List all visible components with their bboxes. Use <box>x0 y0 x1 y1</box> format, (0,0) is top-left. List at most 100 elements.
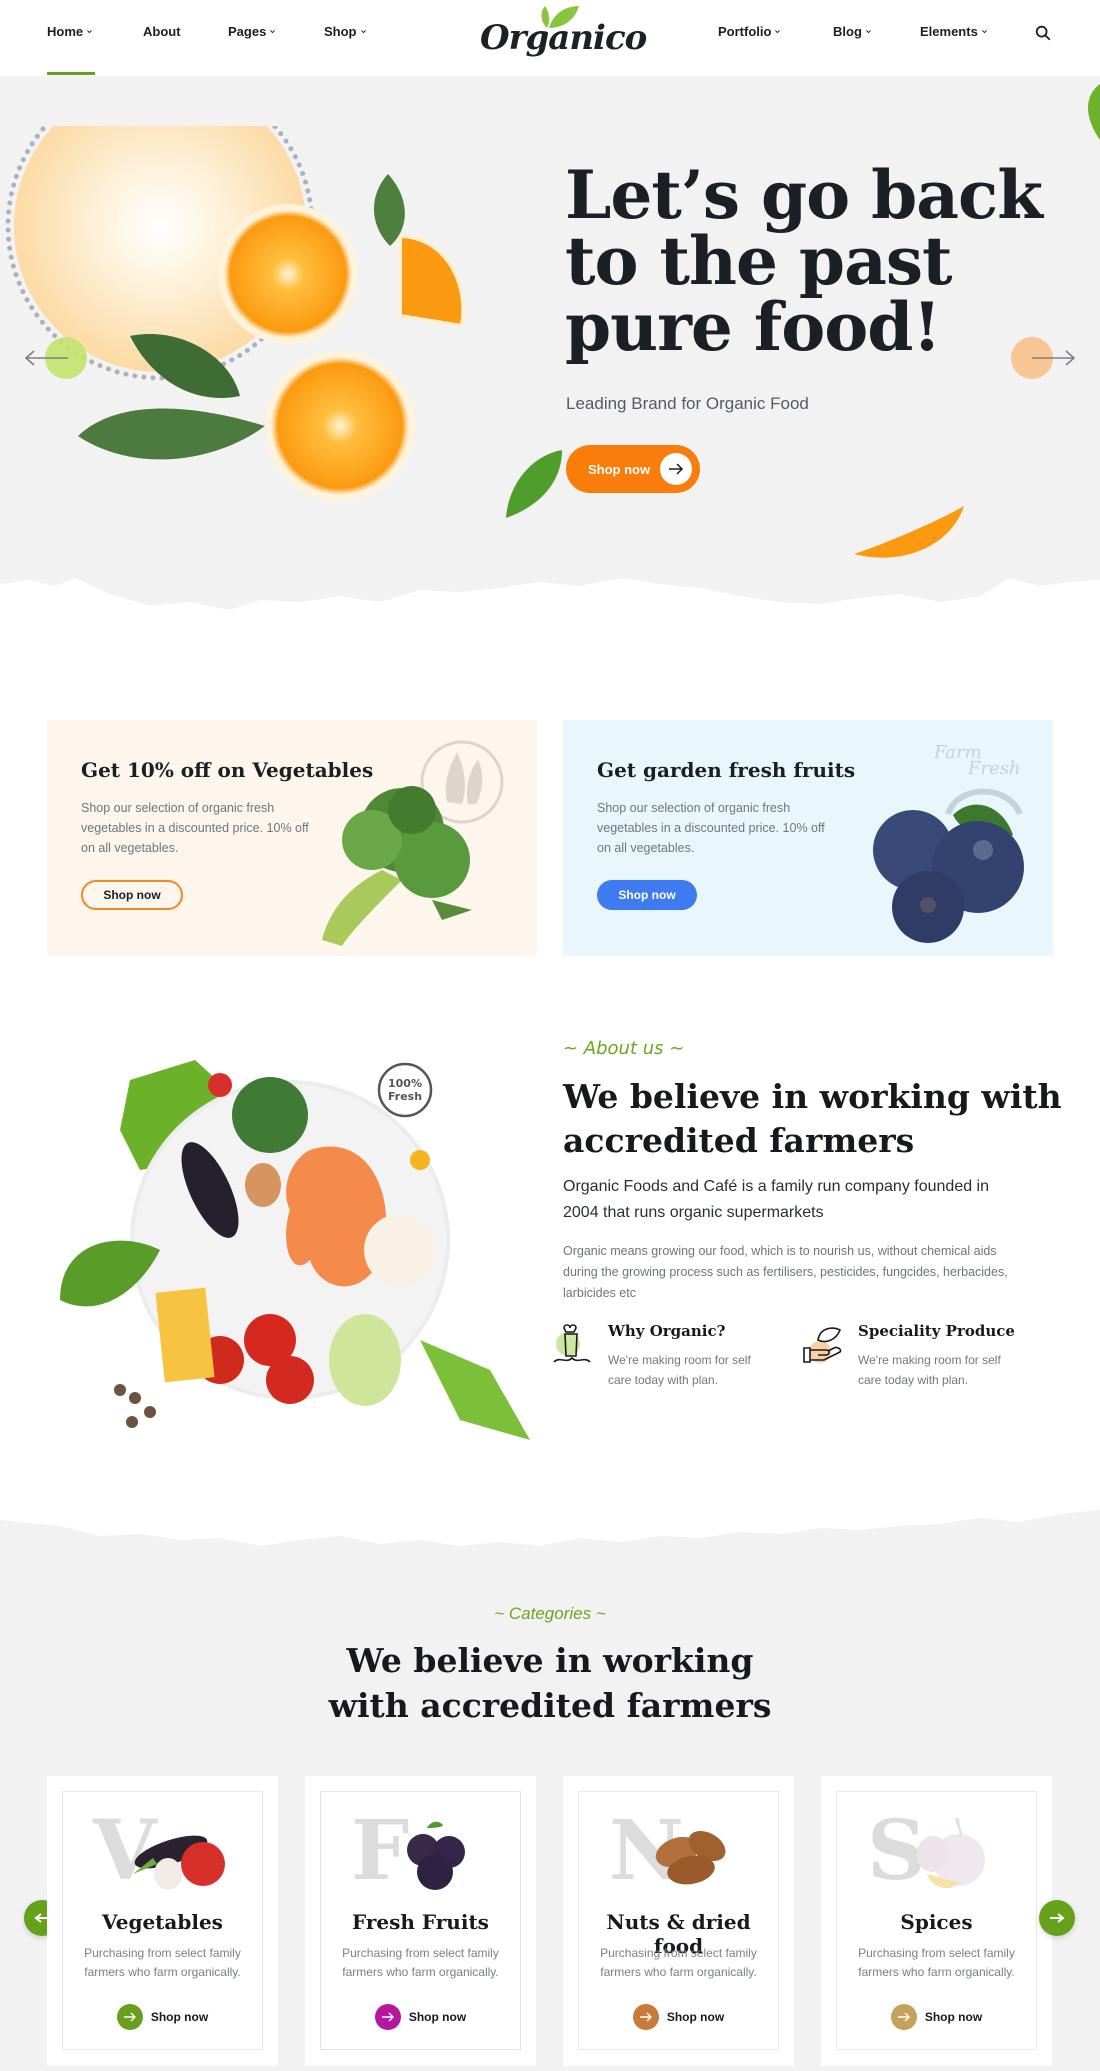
chevron-down-icon <box>981 30 987 34</box>
about-lead-text: Organic Foods and Café is a family run c… <box>563 1178 990 1221</box>
category-card-vegetables[interactable]: V Vegetables Purchasing from select fami… <box>47 1776 278 2066</box>
categories-title: We believe in working with accredited fa… <box>0 1638 1100 1728</box>
almonds-image <box>655 1830 726 1885</box>
about-body-text: Organic means growing our food, which is… <box>563 1244 1008 1300</box>
leaf-edge-decoration <box>1087 84 1100 140</box>
card-shop-now-button[interactable]: Shop now <box>579 2004 778 2030</box>
card-text: Purchasing from select family farmers wh… <box>342 1946 499 1979</box>
site-header: Home About Pages Shop Organico Portfolio… <box>0 0 1100 76</box>
promo-title: Get garden fresh fruits <box>597 758 856 782</box>
nav-item-elements[interactable]: Elements <box>920 24 988 39</box>
card-frame: N Nuts & dried food Purchasing from sele… <box>578 1791 779 2050</box>
about-food-illustration: 100% Fresh <box>60 1060 530 1440</box>
svg-text:Fresh: Fresh <box>388 1090 422 1103</box>
hero-slider: Let’s go back to the past pure food! Lea… <box>0 76 1100 636</box>
nav-item-home[interactable]: Home <box>47 24 93 39</box>
hero-shop-now-button[interactable]: Shop now <box>566 445 700 493</box>
arrow-right-icon <box>632 2004 659 2030</box>
categories-section-tag: ~ Categories ~ <box>494 1604 606 1623</box>
category-card-nuts[interactable]: N Nuts & dried food Purchasing from sele… <box>563 1776 794 2066</box>
categories-next-button[interactable] <box>1039 1900 1075 1936</box>
arrow-right-icon <box>116 2004 143 2030</box>
slider-prev-button[interactable] <box>22 336 92 380</box>
card-text: Purchasing from select family farmers wh… <box>858 1946 1015 1979</box>
card-shop-now-button[interactable]: Shop now <box>321 2004 520 2030</box>
nav-item-shop[interactable]: Shop <box>324 24 367 39</box>
hand-leaf-icon <box>803 1327 842 1363</box>
nav-label: Portfolio <box>718 24 772 39</box>
site-logo[interactable]: Organico <box>478 4 647 68</box>
nav-item-pages[interactable]: Pages <box>228 24 276 39</box>
card-text: Purchasing from select family farmers wh… <box>600 1946 757 1979</box>
feature-why-organic: Why Organic? We're making room for self … <box>550 1318 790 1398</box>
button-label: Shop now <box>588 461 651 477</box>
nav-label: Shop <box>324 24 357 39</box>
card-title: Spices <box>900 1910 973 1934</box>
broccoli-image <box>322 786 472 946</box>
fresh-badge: 100% Fresh <box>377 1062 433 1118</box>
promo-card-fruits: Get garden fresh fruits Shop our selecti… <box>563 720 1053 956</box>
chevron-down-icon <box>270 30 276 34</box>
button-label: Shop now <box>666 2010 725 2024</box>
nav-item-about[interactable]: About <box>143 24 181 39</box>
card-title: Vegetables <box>102 1910 223 1934</box>
promo-shop-now-button[interactable]: Shop now <box>597 880 697 910</box>
plums-image <box>407 1821 465 1890</box>
nav-label: About <box>143 24 181 39</box>
arrow-right-icon <box>890 2004 917 2030</box>
promo-text: Shop our selection of organic fresh vege… <box>597 801 825 855</box>
category-card-fresh-fruits[interactable]: F Fresh Fruits Purchasing from select fa… <box>305 1776 536 2066</box>
search-icon[interactable] <box>1034 24 1052 42</box>
categories-title-text: We believe in working with accredited fa… <box>328 1641 772 1725</box>
card-shop-now-button[interactable]: Shop now <box>837 2004 1036 2030</box>
arrow-right-icon <box>1011 337 1076 379</box>
about-title: We believe in working with accredited fa… <box>563 1077 1062 1160</box>
nav-label: Home <box>47 24 84 39</box>
button-label: Shop now <box>150 2010 209 2024</box>
basil-leaf-decoration <box>506 450 562 518</box>
nav-label: Elements <box>920 24 978 39</box>
promo-card-vegetables: Get 10% off on Vegetables Shop our selec… <box>47 720 537 956</box>
card-text: Purchasing from select family farmers wh… <box>84 1946 241 1979</box>
logo-text: Organico <box>480 18 647 58</box>
arrow-right-icon <box>660 453 692 485</box>
card-title: Fresh Fruits <box>352 1910 489 1934</box>
card-frame: V Vegetables Purchasing from select fami… <box>62 1791 263 2050</box>
blueberries-image <box>873 804 1024 943</box>
svg-text:100%: 100% <box>388 1077 422 1090</box>
slider-next-button[interactable] <box>1008 336 1078 380</box>
feature-speciality-produce: Speciality Produce We're making room for… <box>800 1318 1040 1398</box>
arrow-right-icon <box>1050 1913 1065 1923</box>
hero-subtitle: Leading Brand for Organic Food <box>566 394 809 413</box>
card-frame: F Fresh Fruits Purchasing from select fa… <box>320 1791 521 2050</box>
chevron-down-icon <box>87 30 93 34</box>
promo-shop-now-button[interactable]: Shop now <box>81 880 183 910</box>
promo-text: Shop our selection of organic fresh vege… <box>81 801 309 855</box>
feature-text: We're making room for self care today wi… <box>608 1353 751 1387</box>
chevron-down-icon <box>865 30 871 34</box>
torn-paper-divider <box>0 1480 1100 1546</box>
active-nav-indicator <box>47 72 95 75</box>
chevron-down-icon <box>775 30 781 34</box>
arrow-right-icon <box>374 2004 401 2030</box>
nav-label: Pages <box>228 24 267 39</box>
garlic-image <box>917 1818 985 1889</box>
about-section-tag: ~ About us ~ <box>563 1038 685 1059</box>
hero-title: Let’s go back to the past pure food! <box>565 156 1043 366</box>
button-label: Shop now <box>408 2010 467 2024</box>
button-label: Shop now <box>924 2010 983 2024</box>
card-frame: S Spices Purchasing from select family f… <box>836 1791 1037 2050</box>
chevron-down-icon <box>360 30 366 34</box>
svg-text:Fresh: Fresh <box>967 758 1021 779</box>
nav-item-blog[interactable]: Blog <box>833 24 872 39</box>
category-card-spices[interactable]: S Spices Purchasing from select family f… <box>821 1776 1052 2066</box>
nav-label: Blog <box>833 24 862 39</box>
carrot-icon <box>553 1324 591 1363</box>
nav-item-portfolio[interactable]: Portfolio <box>718 24 781 39</box>
torn-paper-divider <box>0 578 1100 636</box>
categories-section: ~ Categories ~ We believe in working wit… <box>0 1480 1100 2071</box>
card-shop-now-button[interactable]: Shop now <box>63 2004 262 2030</box>
feature-title: Why Organic? <box>608 1322 726 1340</box>
feature-title: Speciality Produce <box>858 1322 1015 1340</box>
feature-text: We're making room for self care today wi… <box>858 1353 1001 1387</box>
